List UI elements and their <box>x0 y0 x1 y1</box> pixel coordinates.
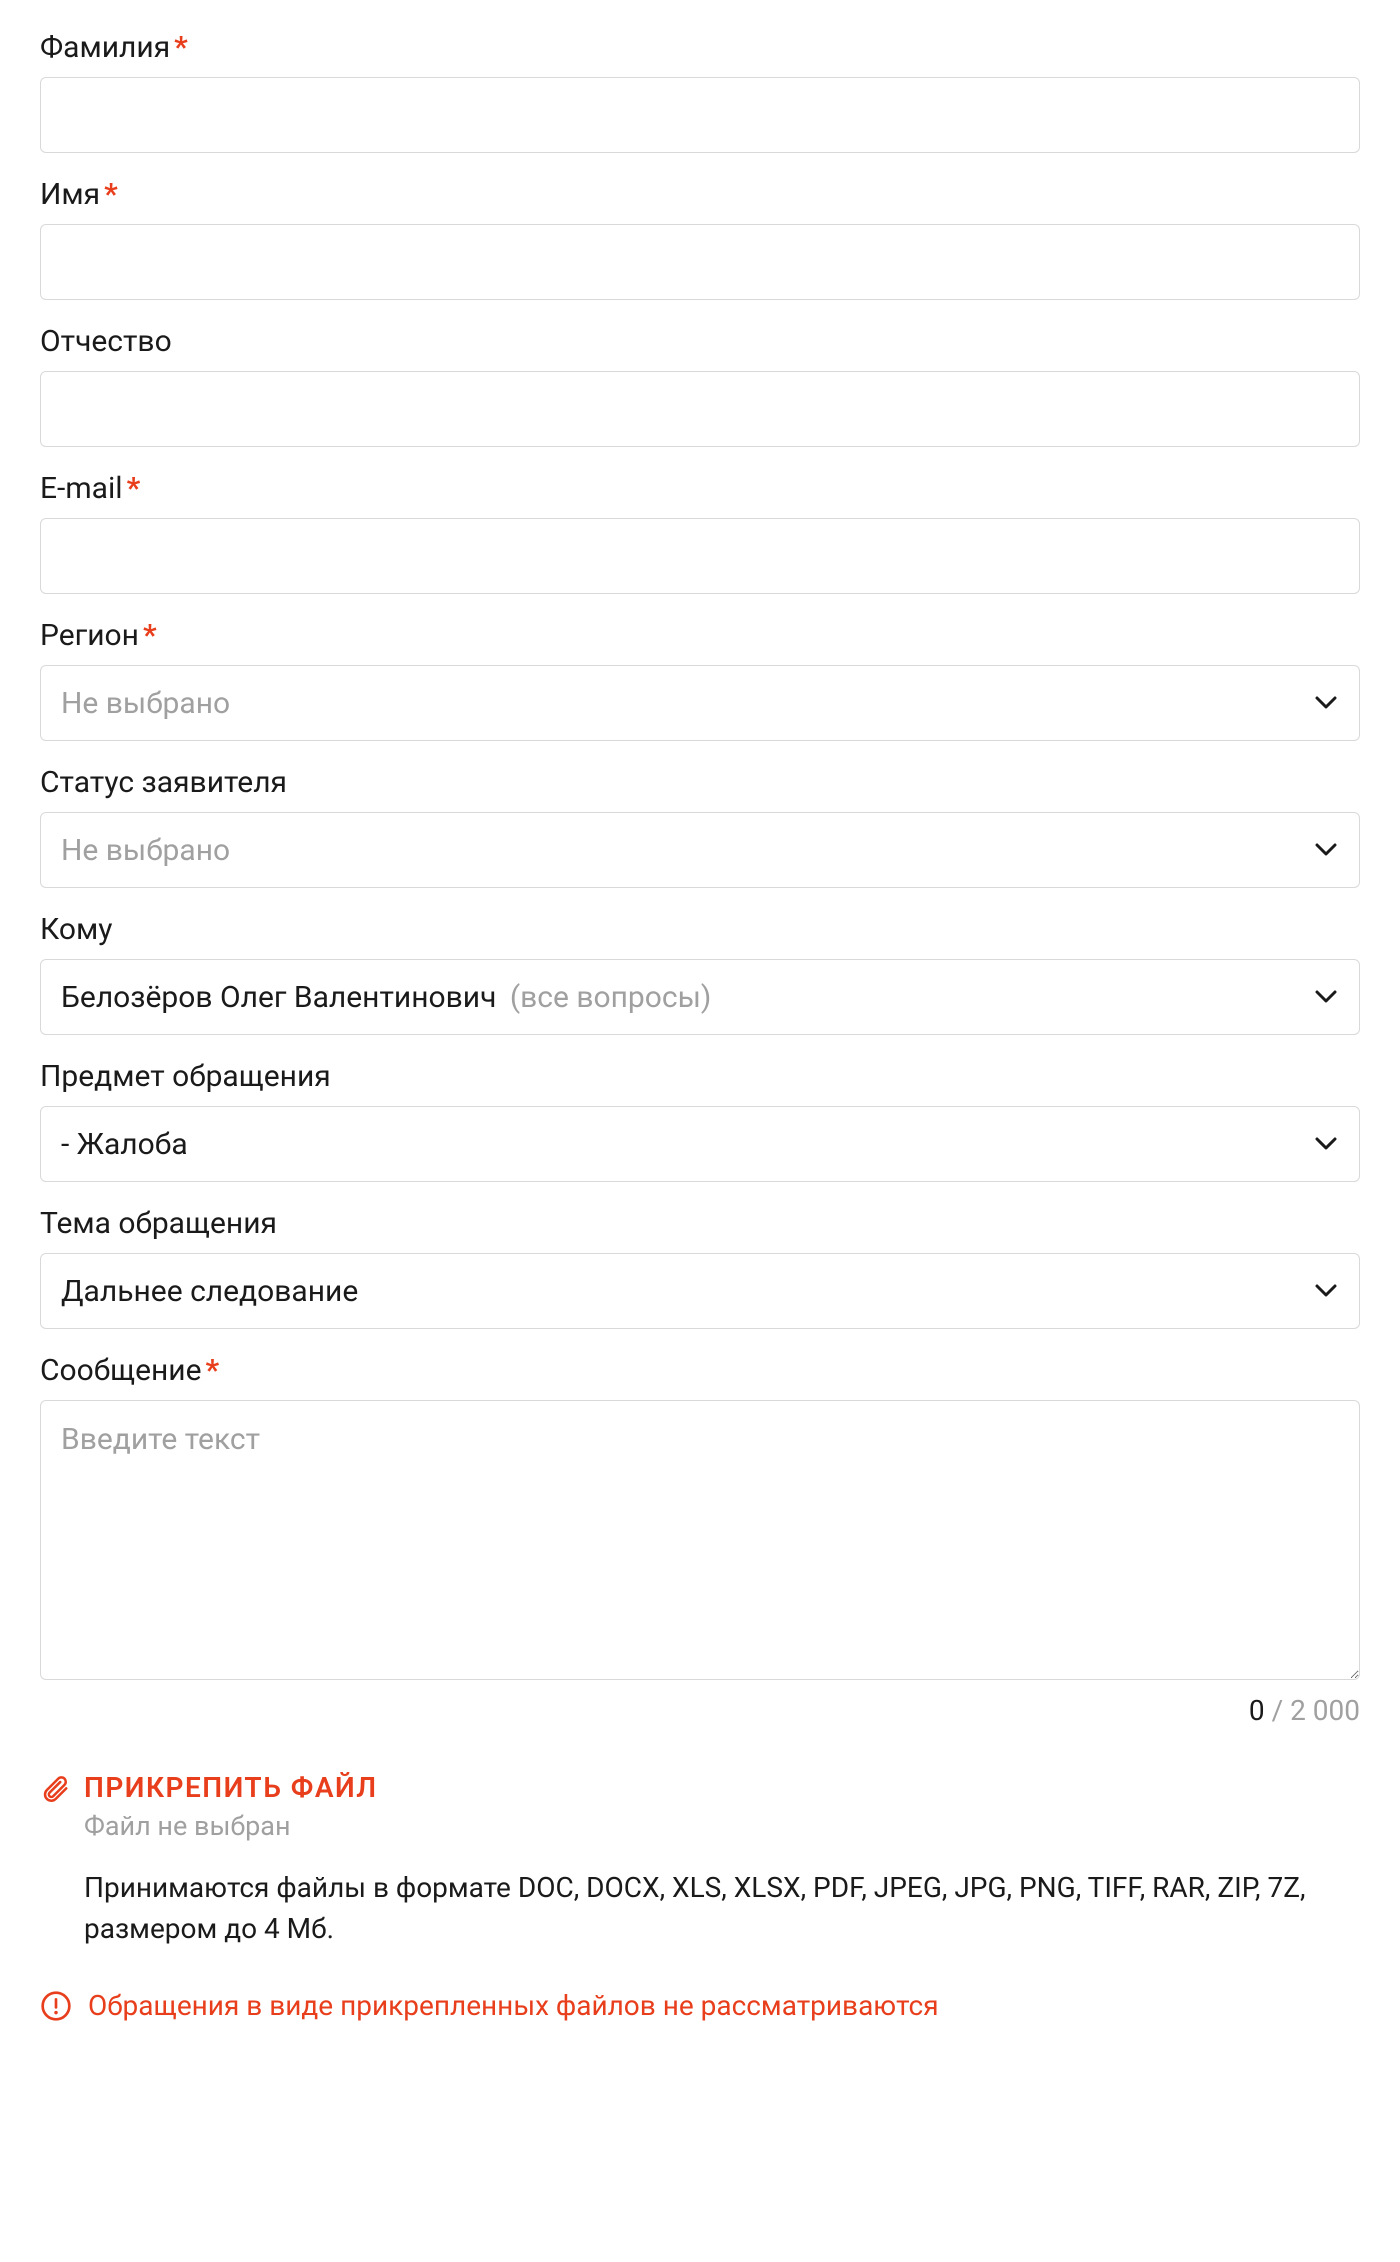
select-value: - Жалоба <box>61 1127 188 1162</box>
email-label: E-mail* <box>40 471 1360 506</box>
field-email: E-mail* <box>40 471 1360 594</box>
name-input[interactable] <box>40 224 1360 300</box>
chevron-down-icon <box>1315 986 1337 1008</box>
field-message: Сообщение* 0 / 2 000 <box>40 1353 1360 1727</box>
field-status: Статус заявителя Не выбрано <box>40 765 1360 888</box>
warning-row: Обращения в виде прикрепленных файлов не… <box>40 1989 1360 2022</box>
counter-current: 0 <box>1249 1694 1265 1727</box>
region-select[interactable]: Не выбрано <box>40 665 1360 741</box>
subject-label: Предмет обращения <box>40 1059 1360 1094</box>
required-asterisk: * <box>143 618 157 653</box>
required-asterisk: * <box>104 177 118 212</box>
field-surname: Фамилия* <box>40 30 1360 153</box>
message-label: Сообщение* <box>40 1353 1360 1388</box>
field-subject: Предмет обращения - Жалоба <box>40 1059 1360 1182</box>
label-text: Сообщение <box>40 1353 202 1388</box>
topic-select[interactable]: Дальнее следование <box>40 1253 1360 1329</box>
topic-label: Тема обращения <box>40 1206 1360 1241</box>
counter-sep: / <box>1265 1694 1290 1727</box>
chevron-down-icon <box>1315 1133 1337 1155</box>
label-text: Имя <box>40 177 100 212</box>
label-text: E-mail <box>40 471 123 506</box>
select-value: Дальнее следование <box>61 1274 358 1309</box>
patronymic-label: Отчество <box>40 324 1360 359</box>
label-text: Фамилия <box>40 30 170 65</box>
required-asterisk: * <box>206 1353 220 1388</box>
field-recipient: Кому Белозёров Олег Валентинович (все во… <box>40 912 1360 1035</box>
attach-section: ПРИКРЕПИТЬ ФАЙЛ Файл не выбран Принимают… <box>40 1771 1360 1949</box>
field-region: Регион* Не выбрано <box>40 618 1360 741</box>
chevron-down-icon <box>1315 839 1337 861</box>
required-asterisk: * <box>174 30 188 65</box>
recipient-label: Кому <box>40 912 1360 947</box>
email-input[interactable] <box>40 518 1360 594</box>
chevron-down-icon <box>1315 692 1337 714</box>
required-asterisk: * <box>127 471 141 506</box>
select-placeholder: Не выбрано <box>61 833 230 868</box>
status-select[interactable]: Не выбрано <box>40 812 1360 888</box>
patronymic-input[interactable] <box>40 371 1360 447</box>
status-label: Статус заявителя <box>40 765 1360 800</box>
attach-status: Файл не выбран <box>84 1810 1360 1842</box>
message-textarea[interactable] <box>40 1400 1360 1680</box>
attach-content: ПРИКРЕПИТЬ ФАЙЛ Файл не выбран <box>84 1771 1360 1842</box>
surname-label: Фамилия* <box>40 30 1360 65</box>
region-label: Регион* <box>40 618 1360 653</box>
surname-input[interactable] <box>40 77 1360 153</box>
name-label: Имя* <box>40 177 1360 212</box>
attach-file-button[interactable]: ПРИКРЕПИТЬ ФАЙЛ <box>84 1771 1360 1804</box>
warning-text: Обращения в виде прикрепленных файлов не… <box>88 1989 939 2022</box>
attach-hint: Принимаются файлы в формате DOC, DOCX, X… <box>84 1868 1360 1949</box>
field-name: Имя* <box>40 177 1360 300</box>
paperclip-icon <box>40 1774 70 1804</box>
char-counter: 0 / 2 000 <box>40 1694 1360 1727</box>
attach-row: ПРИКРЕПИТЬ ФАЙЛ Файл не выбран <box>40 1771 1360 1842</box>
counter-limit: 2 000 <box>1290 1694 1360 1727</box>
field-topic: Тема обращения Дальнее следование <box>40 1206 1360 1329</box>
warning-icon <box>40 1990 72 2022</box>
select-suffix: (все вопросы) <box>510 980 711 1015</box>
select-value: Белозёров Олег Валентинович <box>61 980 496 1015</box>
recipient-select[interactable]: Белозёров Олег Валентинович (все вопросы… <box>40 959 1360 1035</box>
field-patronymic: Отчество <box>40 324 1360 447</box>
select-placeholder: Не выбрано <box>61 686 230 721</box>
subject-select[interactable]: - Жалоба <box>40 1106 1360 1182</box>
label-text: Регион <box>40 618 139 653</box>
chevron-down-icon <box>1315 1280 1337 1302</box>
